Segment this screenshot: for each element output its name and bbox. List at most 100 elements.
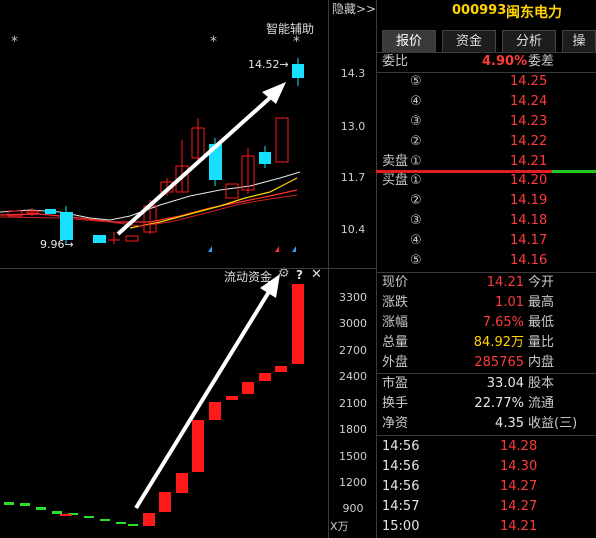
quote-row: 市盈 33.04 股本 bbox=[382, 374, 596, 394]
quote-value: 4.35 bbox=[495, 416, 524, 431]
price: 14.18 bbox=[510, 213, 548, 228]
quote-block: 现价 14.21 今开 涨跌 1.01 最高 涨幅 7.65% 最低 总量 84… bbox=[376, 273, 596, 437]
buy-level-5[interactable]: ⑤ 14.16 bbox=[382, 251, 596, 271]
kline-y-axis: 14.3 13.0 11.7 10.4 bbox=[330, 0, 376, 268]
quote-label: 收益(三) bbox=[528, 416, 578, 431]
trade-list[interactable]: 14:56 14.28 14:56 14.30 14:56 14.27 14:5… bbox=[382, 437, 596, 538]
stock-code: 000993 bbox=[452, 3, 507, 18]
y-tick: 11.7 bbox=[340, 171, 366, 184]
sell-level-1[interactable]: 卖盘 ① 14.21 bbox=[382, 152, 596, 172]
divider bbox=[376, 435, 596, 436]
quote-value: 14.21 bbox=[486, 275, 524, 290]
price: 14.23 bbox=[510, 114, 548, 129]
quote-label: 总量 bbox=[382, 335, 409, 350]
quote-row: 外盘 285765 内盘 bbox=[382, 353, 596, 373]
trade-time: 14:57 bbox=[382, 499, 420, 514]
quote-label: 现价 bbox=[382, 275, 409, 290]
price: 14.17 bbox=[510, 233, 548, 248]
quote-row: 净资 4.35 收益(三) bbox=[382, 414, 596, 434]
quote-label: 换手 bbox=[382, 396, 409, 411]
sell-level-4[interactable]: ④ 14.24 bbox=[382, 92, 596, 112]
quote-value: 84.92万 bbox=[473, 335, 524, 350]
y-tick: 2100 bbox=[339, 397, 367, 410]
quote-label: 市盈 bbox=[382, 376, 409, 391]
trade-time: 14:56 bbox=[382, 479, 420, 494]
price: 14.22 bbox=[510, 134, 548, 149]
y-tick: 900 bbox=[342, 502, 364, 515]
trade-price: 14.28 bbox=[500, 439, 538, 454]
quote-label: 最高 bbox=[528, 295, 555, 310]
quote-value: 22.77% bbox=[474, 396, 524, 411]
quote-row: 现价 14.21 今开 bbox=[382, 273, 596, 293]
quote-label: 最低 bbox=[528, 315, 555, 330]
trend-arrow bbox=[116, 94, 274, 236]
buy-level-3[interactable]: ③ 14.18 bbox=[382, 211, 596, 231]
weicha-label: 委差 bbox=[528, 54, 555, 69]
quote-value: 33.04 bbox=[486, 376, 524, 391]
quote-row: 总量 84.92万 量比 bbox=[382, 333, 596, 353]
trade-price: 14.27 bbox=[500, 499, 538, 514]
tab-analysis[interactable]: 分析 bbox=[502, 30, 556, 52]
unit-label: X万 bbox=[330, 520, 349, 533]
webi-label: 委比 bbox=[382, 54, 409, 69]
webi-value: 4.90% bbox=[482, 54, 528, 69]
tab-operate[interactable]: 操 bbox=[562, 30, 596, 52]
candles bbox=[7, 58, 304, 244]
tab-quote[interactable]: 报价 bbox=[382, 30, 436, 52]
price: 14.16 bbox=[510, 253, 548, 268]
sell-level-5[interactable]: ⑤ 14.25 bbox=[382, 72, 596, 92]
divider bbox=[328, 0, 329, 538]
signal-marker bbox=[292, 246, 296, 252]
trade-row: 14:56 14.27 bbox=[382, 477, 596, 497]
signal-marker bbox=[208, 246, 212, 252]
level-label: ⑤ bbox=[410, 253, 422, 268]
y-tick: 3000 bbox=[339, 317, 367, 330]
trade-time: 14:56 bbox=[382, 439, 420, 454]
quote-value: 1.01 bbox=[495, 295, 524, 310]
trade-time: 14:56 bbox=[382, 459, 420, 474]
quote-label: 涨跌 bbox=[382, 295, 409, 310]
level-label: ① bbox=[410, 173, 422, 188]
quote-value: 7.65% bbox=[482, 315, 524, 330]
y-tick: 10.4 bbox=[340, 223, 366, 236]
quote-label: 内盘 bbox=[528, 355, 555, 370]
quote-label: 今开 bbox=[528, 275, 555, 290]
sell-level-2[interactable]: ② 14.22 bbox=[382, 132, 596, 152]
quote-row: 涨幅 7.65% 最低 bbox=[382, 313, 596, 333]
quote-label: 涨幅 bbox=[382, 315, 409, 330]
hide-button[interactable]: 隐藏>> bbox=[332, 0, 376, 17]
price: 14.24 bbox=[510, 94, 548, 109]
tab-funds[interactable]: 资金 bbox=[442, 30, 496, 52]
level-label: ② bbox=[410, 134, 422, 149]
y-tick: 1200 bbox=[339, 476, 367, 489]
sell-level-3[interactable]: ③ 14.23 bbox=[382, 112, 596, 132]
sell-label: 卖盘 bbox=[382, 154, 409, 169]
level-label: ③ bbox=[410, 213, 422, 228]
level-label: ④ bbox=[410, 233, 422, 248]
trade-time: 15:00 bbox=[382, 519, 420, 534]
flow-y-axis: 3300 3000 2700 2400 2100 1800 1500 1200 … bbox=[330, 268, 376, 538]
divider bbox=[0, 268, 376, 269]
level-label: ① bbox=[410, 154, 422, 169]
trade-row: 14:56 14.28 bbox=[382, 437, 596, 457]
buy-level-2[interactable]: ② 14.19 bbox=[382, 191, 596, 211]
y-tick: 2400 bbox=[339, 370, 367, 383]
buy-level-1[interactable]: 买盘 ① 14.20 bbox=[382, 171, 596, 191]
signal-marker bbox=[275, 246, 279, 252]
stock-header: 000993 闽东电力 bbox=[378, 0, 596, 26]
y-tick: 14.3 bbox=[340, 67, 366, 80]
webi-row: 委比 4.90% 委差 bbox=[382, 52, 596, 72]
price: 14.25 bbox=[510, 74, 548, 89]
quote-value: 285765 bbox=[474, 355, 524, 370]
quote-row: 换手 22.77% 流通 bbox=[382, 394, 596, 414]
trade-price: 14.21 bbox=[500, 519, 538, 534]
buy-level-4[interactable]: ④ 14.17 bbox=[382, 231, 596, 251]
price: 14.19 bbox=[510, 193, 548, 208]
kline-panel[interactable]: 智能辅助 * * * 14.52→ 9.96→ bbox=[0, 0, 328, 268]
buy-label: 买盘 bbox=[382, 173, 409, 188]
price: 14.20 bbox=[510, 173, 548, 188]
quote-label: 流通 bbox=[528, 396, 555, 411]
level-label: ⑤ bbox=[410, 74, 422, 89]
flow-panel[interactable]: 流动资金 ⚙ ? ✕ bbox=[0, 266, 328, 538]
level-label: ③ bbox=[410, 114, 422, 129]
